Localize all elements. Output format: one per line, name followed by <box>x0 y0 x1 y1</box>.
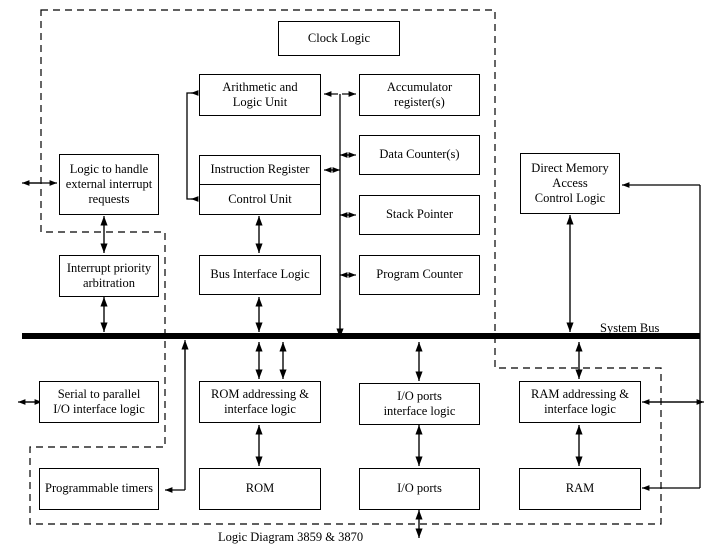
accumulator-label-line2: register(s) <box>394 95 445 109</box>
box-accumulator-registers[interactable]: Accumulator register(s) <box>359 74 480 116</box>
box-stack-pointer[interactable]: Stack Pointer <box>359 195 480 235</box>
external-interrupt-logic-line2: external interrupt <box>65 176 153 191</box>
io-ports-label: I/O ports <box>397 481 442 496</box>
system-bus-bar <box>22 333 700 339</box>
programmable-timers-label: Programmable timers <box>45 481 153 496</box>
box-ram-addressing-interface[interactable]: RAM addressing & interface logic <box>519 381 641 423</box>
box-rom-addressing-interface[interactable]: ROM addressing & interface logic <box>199 381 321 423</box>
box-io-ports[interactable]: I/O ports <box>359 468 480 510</box>
dma-label-line3: Control Logic <box>534 191 606 206</box>
box-serial-parallel-io-interface[interactable]: Serial to parallel I/O interface logic <box>39 381 159 423</box>
rom-label: ROM <box>245 481 275 496</box>
box-rom[interactable]: ROM <box>199 468 321 510</box>
box-interrupt-priority-arbitration[interactable]: Interrupt priority arbitration <box>59 255 159 297</box>
diagram-caption: Logic Diagram 3859 & 3870 <box>218 530 364 544</box>
box-program-counter[interactable]: Program Counter <box>359 255 480 295</box>
dma-label-line2: Access <box>552 175 588 190</box>
box-arithmetic-logic-unit[interactable]: Arithmetic and Logic Unit <box>199 74 321 116</box>
box-clock-logic-label: Clock Logic <box>307 30 371 45</box>
system-bus-label: System Bus <box>600 321 660 335</box>
io-ports-interface-line1: I/O ports <box>397 388 442 403</box>
box-bus-interface-logic[interactable]: Bus Interface Logic <box>199 255 321 295</box>
box-io-ports-interface-logic[interactable]: I/O ports interface logic <box>359 383 480 425</box>
accumulator-label-line1: Accumulator <box>386 79 453 94</box>
ram-addressing-line1: RAM addressing & <box>531 386 629 401</box>
ram-addressing-line2: interface logic <box>544 402 616 416</box>
control-unit-label: Control Unit <box>228 191 292 206</box>
serial-parallel-line2: I/O interface logic <box>53 402 145 416</box>
program-counter-label: Program Counter <box>376 267 463 282</box>
external-interrupt-logic-line1: Logic to handle <box>69 161 149 176</box>
instruction-register-label: Instruction Register <box>210 162 310 177</box>
external-interrupt-logic-line3: requests <box>88 192 130 207</box>
box-dma-control-logic[interactable]: Direct Memory Access Control Logic <box>520 153 620 214</box>
dma-label-line1: Direct Memory <box>531 160 609 175</box>
alu-label-line1: Arithmetic and <box>222 79 298 94</box>
box-programmable-timers[interactable]: Programmable timers <box>39 468 159 510</box>
interrupt-priority-line2: arbitration <box>82 276 136 290</box>
box-clock-logic[interactable]: Clock Logic <box>278 21 400 56</box>
interrupt-priority-line1: Interrupt priority <box>66 260 152 275</box>
box-external-interrupt-logic[interactable]: Logic to handle external interrupt reque… <box>59 154 159 215</box>
box-instruction-register[interactable]: Instruction Register <box>199 155 321 185</box>
box-data-counters[interactable]: Data Counter(s) <box>359 135 480 175</box>
logic-diagram-canvas: System Bus Clock Logic Arithmetic and Lo… <box>0 0 716 556</box>
box-ram[interactable]: RAM <box>519 468 641 510</box>
data-counters-label: Data Counter(s) <box>379 147 460 162</box>
rom-addressing-line2: interface logic <box>224 402 296 416</box>
io-ports-interface-line2: interface logic <box>383 404 456 418</box>
box-control-unit[interactable]: Control Unit <box>199 185 321 215</box>
serial-parallel-line1: Serial to parallel <box>57 386 141 401</box>
alu-label-line2: Logic Unit <box>232 95 288 109</box>
bus-interface-logic-label: Bus Interface Logic <box>210 267 310 282</box>
rom-addressing-line1: ROM addressing & <box>211 386 309 401</box>
stack-pointer-label: Stack Pointer <box>385 207 453 222</box>
ram-label: RAM <box>565 481 595 496</box>
